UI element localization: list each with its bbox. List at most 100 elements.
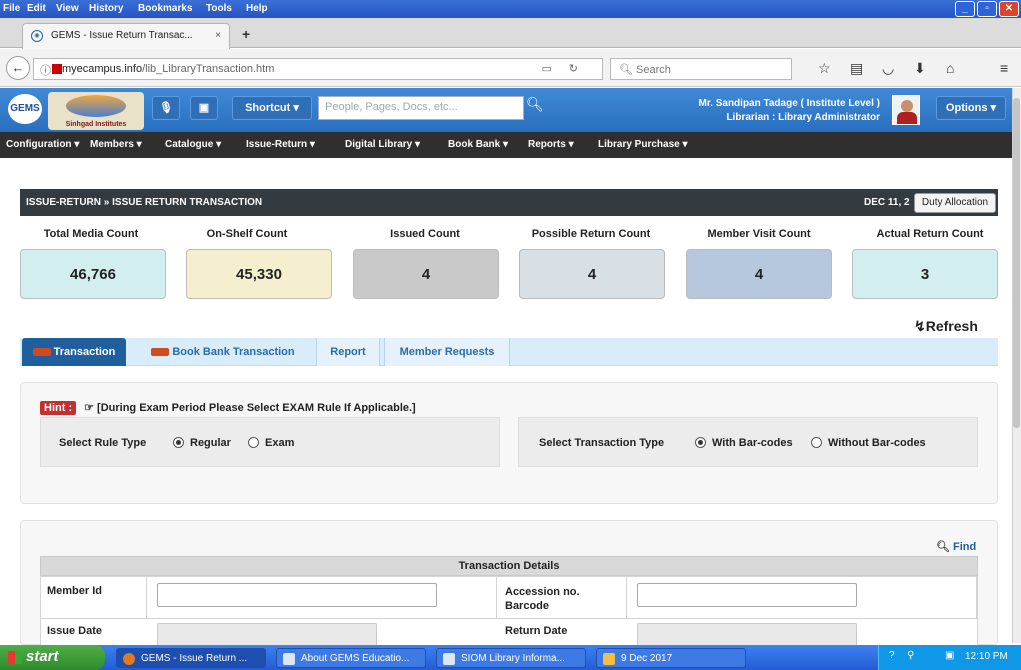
network-icon[interactable]: ⚲ — [907, 650, 914, 661]
refresh-icon: ↯ — [914, 318, 926, 334]
search-icon[interactable]: 🔍︎ — [526, 96, 544, 113]
nav-item-digital-library[interactable]: Digital Library ▾ — [345, 139, 420, 150]
transaction-details-grid: Member Id Accession no. Barcode Issue Dat… — [40, 576, 978, 647]
maximize-icon[interactable]: ▫ — [977, 1, 997, 17]
return-date-label: Return Date — [505, 625, 568, 637]
taskbar-item-about-gems[interactable]: About GEMS Educatio... — [276, 648, 426, 668]
menu-help[interactable]: Help — [246, 3, 268, 14]
nav-item-issue-return[interactable]: Issue-Return ▾ — [246, 139, 315, 150]
close-window-icon[interactable]: ✕ — [999, 1, 1019, 17]
pocket-icon[interactable]: ◡ — [882, 60, 894, 77]
taskbar-item-gems[interactable]: GEMS - Issue Return ... — [116, 648, 266, 668]
magnifier-icon: 🔍︎ — [936, 541, 950, 553]
insecure-lock-icon — [52, 64, 62, 74]
stat-box-actual-return[interactable]: 3 — [852, 249, 998, 299]
breadcrumb: ISSUE-RETURN » ISSUE RETURN TRANSACTION — [26, 197, 263, 208]
nav-item-configuration[interactable]: Configuration ▾ — [6, 139, 79, 150]
nav-item-members[interactable]: Members ▾ — [90, 139, 142, 150]
menu-tools[interactable]: Tools — [206, 3, 232, 14]
issue-date-input[interactable] — [157, 623, 377, 647]
monitor-icon[interactable]: ▣ — [945, 650, 954, 661]
url-bar[interactable]: ⓘ myecampus.info/lib_LibraryTransaction.… — [33, 58, 603, 80]
start-button[interactable]: start — [0, 645, 105, 670]
stat-box-possible-return[interactable]: 4 — [519, 249, 665, 299]
nav-item-book-bank[interactable]: Book Bank ▾ — [448, 139, 508, 150]
return-date-input[interactable] — [637, 623, 857, 647]
menu-edit[interactable]: Edit — [27, 3, 46, 14]
browser-search-placeholder: Search — [636, 64, 671, 76]
tab-member-requests[interactable]: Member Requests — [384, 338, 510, 366]
gems-logo[interactable]: GEMS — [8, 94, 42, 124]
start-label: start — [26, 648, 59, 665]
tab-report[interactable]: Report — [316, 338, 380, 366]
rule-type-box: Select Rule Type Regular Exam — [40, 417, 500, 467]
hint-badge: Hint : — [40, 401, 77, 415]
menu-file[interactable]: File — [3, 3, 20, 14]
nav-item-reports[interactable]: Reports ▾ — [528, 139, 574, 150]
hint-message: Hint : ☞ [During Exam Period Please Selec… — [40, 401, 416, 415]
accession-barcode-input[interactable] — [637, 583, 857, 607]
nav-item-library-purchase[interactable]: Library Purchase ▾ — [598, 139, 688, 150]
new-tab-icon[interactable]: + — [242, 26, 250, 42]
taskbar-item-folder[interactable]: 9 Dec 2017 — [596, 648, 746, 668]
microphone-icon[interactable]: 🎙︎ — [152, 96, 180, 120]
nav-item-catalogue[interactable]: Catalogue ▾ — [165, 139, 221, 150]
shortcut-button[interactable]: Shortcut ▾ — [232, 96, 312, 120]
stat-box-member-visit[interactable]: 4 — [686, 249, 832, 299]
menu-bookmarks[interactable]: Bookmarks — [138, 3, 192, 14]
find-button[interactable]: 🔍︎ Find — [936, 540, 976, 553]
reload-icon[interactable]: ↻ — [569, 62, 578, 75]
menu-history[interactable]: History — [89, 3, 123, 14]
rule-type-regular-radio[interactable]: Regular — [173, 437, 231, 449]
gems-favicon-icon: ◉ — [31, 30, 43, 42]
hamburger-menu-icon[interactable]: ≡ — [1000, 60, 1008, 76]
radio-selected-icon — [695, 437, 706, 448]
institute-name: Sinhgad Institutes — [65, 121, 127, 128]
tab-book-bank-transaction[interactable]: Book Bank Transaction — [134, 338, 312, 366]
home-icon[interactable]: ⌂ — [946, 60, 954, 76]
global-search-input[interactable]: People, Pages, Docs, etc... — [318, 96, 524, 120]
downloads-icon[interactable]: ⬇ — [914, 60, 926, 77]
scrollbar-thumb[interactable] — [1013, 98, 1020, 428]
browser-tab-active[interactable]: ◉ GEMS - Issue Return Transac... × — [22, 23, 230, 49]
document-icon — [283, 653, 295, 665]
info-icon[interactable]: ⓘ — [40, 62, 51, 78]
stat-box-total-media[interactable]: 46,766 — [20, 249, 166, 299]
stat-label-on-shelf: On-Shelf Count — [206, 228, 288, 240]
without-barcodes-radio[interactable]: Without Bar-codes — [811, 437, 926, 449]
stat-value-actual-return: 3 — [920, 266, 930, 283]
options-button[interactable]: Options ▾ — [936, 96, 1006, 120]
avatar[interactable] — [892, 95, 920, 125]
stat-label-possible-return: Possible Return Count — [531, 228, 651, 240]
accession-barcode-label: Accession no. Barcode — [505, 586, 580, 612]
find-label: Find — [953, 541, 977, 553]
stat-box-on-shelf[interactable]: 45,330 — [186, 249, 332, 299]
bookmark-star-icon[interactable]: ☆ — [818, 60, 831, 77]
stat-box-issued[interactable]: 4 — [353, 249, 499, 299]
duty-allocation-tooltip[interactable]: Duty Allocation — [914, 193, 996, 213]
rule-type-exam-radio[interactable]: Exam — [248, 437, 294, 449]
app-header: GEMS Sinhgad Institutes 🎙︎ ▣ Shortcut ▾ … — [0, 88, 1012, 132]
back-arrow-icon[interactable]: ← — [6, 56, 30, 80]
bookmarks-list-icon[interactable]: ▤ — [850, 60, 863, 77]
hint-text: [During Exam Period Please Select EXAM R… — [97, 402, 416, 414]
reader-view-icon[interactable]: ▭ — [542, 62, 552, 75]
window-controls: _ ▫ ✕ — [953, 1, 1019, 17]
menu-view[interactable]: View — [56, 3, 79, 14]
browser-search-input[interactable]: 🔍︎ Search — [610, 58, 792, 80]
book-icon — [32, 348, 51, 357]
with-barcodes-radio[interactable]: With Bar-codes — [695, 437, 793, 449]
refresh-button[interactable]: ↯Refresh — [914, 318, 978, 335]
transaction-type-label: Select Transaction Type — [539, 437, 665, 449]
user-name: Mr. Sandipan Tadage ( Institute Level ) — [698, 98, 880, 109]
tab-transaction[interactable]: Transaction — [22, 338, 126, 366]
stat-value-member-visit: 4 — [754, 266, 764, 283]
member-id-input[interactable] — [157, 583, 437, 607]
issue-date-label: Issue Date — [47, 625, 103, 637]
stat-label-total-media: Total Media Count — [43, 228, 139, 240]
taskbar-item-siom-library[interactable]: SIOM Library Informa... — [436, 648, 586, 668]
help-icon[interactable]: ? — [889, 650, 895, 661]
close-tab-icon[interactable]: × — [215, 30, 221, 41]
clipboard-icon[interactable]: ▣ — [190, 96, 218, 120]
minimize-icon[interactable]: _ — [955, 1, 975, 17]
